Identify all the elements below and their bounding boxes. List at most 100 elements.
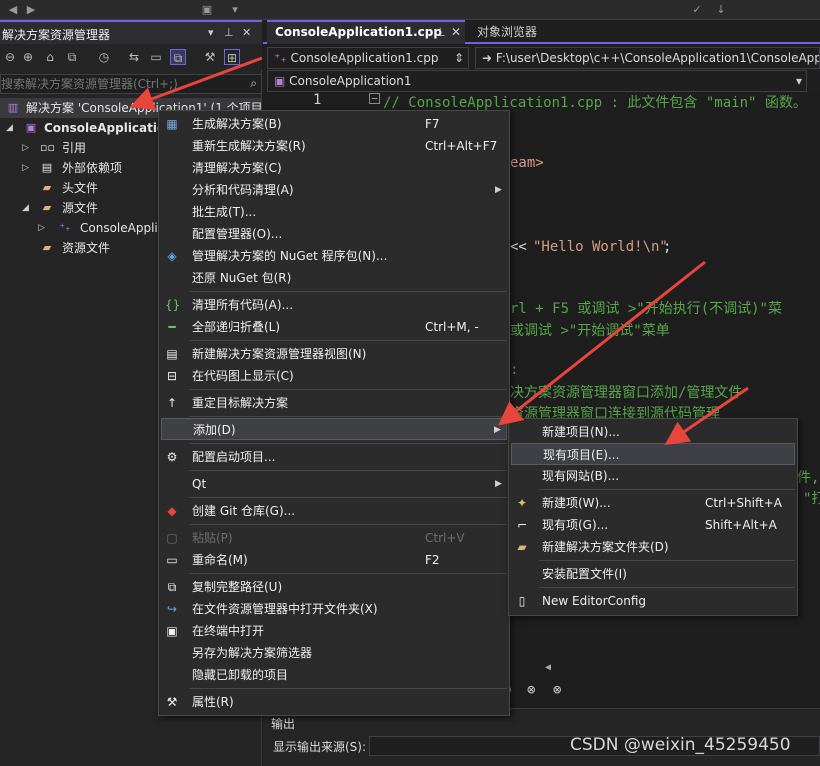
menu-item-paste[interactable]: ▢ 粘贴(P) Ctrl+V [159, 527, 509, 549]
menu-item-open-in-terminal[interactable]: ▣ 在终端中打开 [159, 620, 509, 642]
collapse-outline-icon[interactable]: − [369, 93, 380, 104]
menu-item-code-map[interactable]: ⊟ 在代码图上显示(C) [159, 365, 509, 387]
code-comment-right1: 件, [797, 470, 820, 486]
paste-icon: ▢ [166, 531, 178, 545]
toolbar-icon[interactable]: ⊗ [527, 682, 535, 698]
forward-icon[interactable]: ▶ [24, 3, 38, 17]
retarget-icon: ↑ [166, 396, 178, 410]
show-all-files-icon[interactable]: ⧉ [170, 49, 186, 65]
forward-icon[interactable]: ⊕ [20, 49, 36, 65]
menu-item-open-in-explorer[interactable]: ↪ 在文件资源管理器中打开文件夹(X) [159, 598, 509, 620]
scope-dropdown[interactable]: ▣ ConsoleApplication1 ▾ [267, 70, 807, 92]
menu-item-label: 新建解决方案文件夹(D) [542, 540, 669, 554]
tree-item-label: 资源文件 [62, 241, 111, 255]
toolbar-icon[interactable]: ✓ [690, 3, 704, 17]
submenu-arrow-icon: ▶ [495, 479, 502, 489]
back-icon[interactable]: ⊖ [2, 49, 18, 65]
submenu-item-existing-project[interactable]: 现有项目(E)... [511, 443, 795, 465]
scroll-left-icon[interactable]: ◀ [545, 662, 551, 673]
expand-arrow-icon[interactable]: ◢ [22, 198, 29, 218]
menu-item-config-manager[interactable]: 配置管理器(O)... [159, 223, 509, 245]
pending-changes-icon[interactable]: ◷ [96, 49, 112, 65]
line-number: 1 [313, 92, 322, 108]
solution-context-menu: ▦ 生成解决方案(B) F7 重新生成解决方案(R) Ctrl+Alt+F7 清… [158, 110, 510, 716]
menu-item-new-view[interactable]: ▤ 新建解决方案资源管理器视图(N) [159, 343, 509, 365]
collapse-arrow-icon[interactable]: ▷ [22, 158, 29, 178]
tab-label: 对象浏览器 [477, 25, 538, 39]
search-icon[interactable]: ⌕ [250, 76, 257, 91]
close-icon[interactable]: ✕ [451, 22, 461, 42]
menu-separator [539, 587, 795, 588]
menu-item-cleanup-code[interactable]: {} 清理所有代码(A)... [159, 294, 509, 316]
copy-path-icon: ⧉ [167, 580, 177, 594]
properties-wrench-icon[interactable]: ⚒ [202, 49, 218, 65]
expand-arrow-icon[interactable]: ◢ [6, 118, 13, 138]
menu-item-hide-unloaded[interactable]: 隐藏已卸载的项目 [159, 664, 509, 686]
home-icon[interactable]: ⌂ [42, 49, 58, 65]
menu-separator [189, 497, 507, 498]
submenu-item-existing-website[interactable]: 现有网站(B)... [509, 465, 797, 487]
window-position-icon[interactable]: ▾ [208, 26, 214, 39]
submenu-item-install-config[interactable]: 安装配置文件(I) [509, 563, 797, 585]
submenu-item-existing-item[interactable]: ⌐ 现有项(G)... Shift+Alt+A [509, 514, 797, 536]
search-input[interactable] [1, 75, 241, 93]
toolbar-icon[interactable]: ⊗ [553, 682, 561, 698]
menu-separator [189, 573, 507, 574]
cpp-file-icon: ⁺₊ [59, 221, 71, 234]
code-semicolon: ; [663, 239, 672, 255]
menu-item-copy-full-path[interactable]: ⧉ 复制完整路径(U) [159, 576, 509, 598]
submenu-item-new-item[interactable]: ✦ 新建项(W)... Ctrl+Shift+A [509, 492, 797, 514]
submenu-item-new-editorconfig[interactable]: ▯ New EditorConfig [509, 590, 797, 612]
folder-filter-icon: ▰ [42, 241, 52, 254]
menu-item-qt[interactable]: Qt ▶ [159, 473, 509, 495]
tree-item-label: 引用 [62, 141, 87, 155]
menu-item-collapse-all[interactable]: ━ 全部递归折叠(L) Ctrl+M, - [159, 316, 509, 338]
back-icon[interactable]: ◀ [6, 3, 20, 17]
preview-icon[interactable]: ⊞ [224, 49, 240, 65]
menu-item-add[interactable]: 添加(D) ▶ [161, 418, 507, 440]
menu-item-manage-nuget[interactable]: ◈ 管理解决方案的 NuGet 程序包(N)... [159, 245, 509, 267]
close-icon[interactable]: ✕ [242, 26, 251, 39]
pin-icon[interactable]: ⊥ [435, 22, 445, 42]
menu-item-label: 还原 NuGet 包(R) [192, 271, 292, 285]
menu-item-analyze[interactable]: 分析和代码清理(A) ▶ [159, 179, 509, 201]
menu-item-startup-projects[interactable]: ⚙ 配置启动项目... [159, 446, 509, 468]
solution-explorer-search[interactable]: ⌕ [0, 74, 262, 94]
toolbar-icon[interactable]: ▣ [200, 3, 214, 17]
menu-item-rename[interactable]: ▭ 重命名(M) F2 [159, 549, 509, 571]
collapse-arrow-icon[interactable]: ▷ [22, 138, 29, 158]
path-dropdown[interactable]: ➜ F:\user\Desktop\c++\ConsoleApplication… [475, 47, 820, 69]
menu-item-retarget[interactable]: ↑ 重定目标解决方案 [159, 392, 509, 414]
menu-item-restore-nuget[interactable]: 还原 NuGet 包(R) [159, 267, 509, 289]
code-cout-operator: << [510, 239, 527, 255]
solution-icon: ▥ [7, 101, 19, 114]
submenu-item-new-solution-folder[interactable]: ▰ 新建解决方案文件夹(D) [509, 536, 797, 558]
menu-item-save-filter[interactable]: 另存为解决方案筛选器 [159, 642, 509, 664]
toolbar-icon[interactable]: ▾ [228, 3, 242, 17]
file-dropdown[interactable]: ⁺₊ ConsoleApplication1.cpp ⇕ [267, 47, 469, 69]
menu-item-batch-build[interactable]: 批生成(T)... [159, 201, 509, 223]
submenu-arrow-icon: ▶ [495, 185, 502, 195]
menu-item-shortcut: Ctrl+Alt+F7 [425, 139, 498, 153]
menu-item-shortcut: Ctrl+Shift+A [705, 496, 782, 510]
tab-consoleapplication1-cpp[interactable]: ConsoleApplication1.cpp ⊥ ✕ [267, 20, 465, 44]
switch-views-icon[interactable]: ⧉ [64, 49, 80, 65]
pin-icon[interactable]: ⊥ [224, 26, 234, 39]
submenu-item-new-project[interactable]: 新建项目(N)... [509, 421, 797, 443]
cpp-file-icon: ⁺₊ [274, 51, 287, 65]
menu-item-label: 配置管理器(O)... [192, 227, 283, 241]
sync-icon[interactable]: ⇆ [126, 49, 142, 65]
tree-item-label: ConsoleApplication [44, 121, 174, 135]
file-dropdown-label: ConsoleApplication1.cpp [290, 51, 439, 65]
toolbar-icon[interactable]: ↓ [714, 3, 728, 17]
menu-item-rebuild-solution[interactable]: 重新生成解决方案(R) Ctrl+Alt+F7 [159, 135, 509, 157]
menu-item-build-solution[interactable]: ▦ 生成解决方案(B) F7 [159, 113, 509, 135]
menu-item-clean-solution[interactable]: 清理解决方案(C) [159, 157, 509, 179]
collapse-arrow-icon[interactable]: ▷ [38, 218, 45, 238]
tab-object-browser[interactable]: 对象浏览器 [469, 20, 559, 44]
menu-item-properties[interactable]: ⚒ 属性(R) [159, 691, 509, 713]
menu-item-create-git-repo[interactable]: ◆ 创建 Git 仓库(G)... [159, 500, 509, 522]
menu-separator [189, 470, 507, 471]
editorconfig-icon: ▯ [518, 594, 526, 608]
collapse-all-icon[interactable]: ▭ [148, 49, 164, 65]
